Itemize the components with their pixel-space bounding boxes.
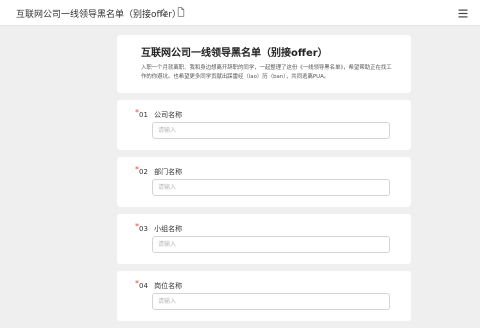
question-number: 02: [139, 168, 148, 176]
company-name-input[interactable]: [152, 122, 390, 139]
position-name-input[interactable]: [152, 293, 390, 310]
question-label: * 01 公司名称: [135, 108, 183, 120]
question-card: * 01 公司名称: [117, 100, 411, 150]
star-icon[interactable]: [157, 5, 169, 19]
question-text: 岗位名称: [154, 282, 183, 290]
question-number: 03: [139, 225, 148, 233]
required-mark: *: [135, 279, 139, 288]
question-card: * 04 岗位名称: [117, 271, 411, 321]
document-icon[interactable]: [175, 5, 187, 19]
question-number: 01: [139, 111, 148, 119]
required-mark: *: [135, 108, 139, 117]
department-name-input[interactable]: [152, 179, 390, 196]
question-number: 04: [139, 282, 148, 290]
team-name-input[interactable]: [152, 236, 390, 253]
title-actions: [157, 5, 187, 19]
form-area: 互联网公司一线领导黑名单（别接offer） 入职一个月就离职、我和身边想离开辞职…: [117, 35, 411, 328]
required-mark: *: [135, 222, 139, 231]
question-label: * 03 小组名称: [135, 222, 183, 234]
question-label: * 02 部门名称: [135, 165, 183, 177]
top-bar: 互联网公司一线领导黑名单（别接offer）: [0, 0, 480, 26]
hamburger-menu-icon[interactable]: [456, 6, 470, 20]
question-text: 公司名称: [154, 111, 183, 119]
question-card: * 02 部门名称: [117, 157, 411, 207]
form-title: 互联网公司一线领导黑名单（别接offer）: [141, 48, 328, 59]
required-mark: *: [135, 165, 139, 174]
question-label: * 04 岗位名称: [135, 279, 183, 291]
question-text: 部门名称: [154, 168, 183, 176]
form-description: 入职一个月就离职、我和身边想离开辞职的同学，一起整理了这份《一线领导黑名单》，希…: [141, 65, 392, 80]
question-card: * 03 小组名称: [117, 214, 411, 264]
question-text: 小组名称: [154, 225, 183, 233]
form-header-card: 互联网公司一线领导黑名单（别接offer） 入职一个月就离职、我和身边想离开辞职…: [117, 35, 411, 93]
